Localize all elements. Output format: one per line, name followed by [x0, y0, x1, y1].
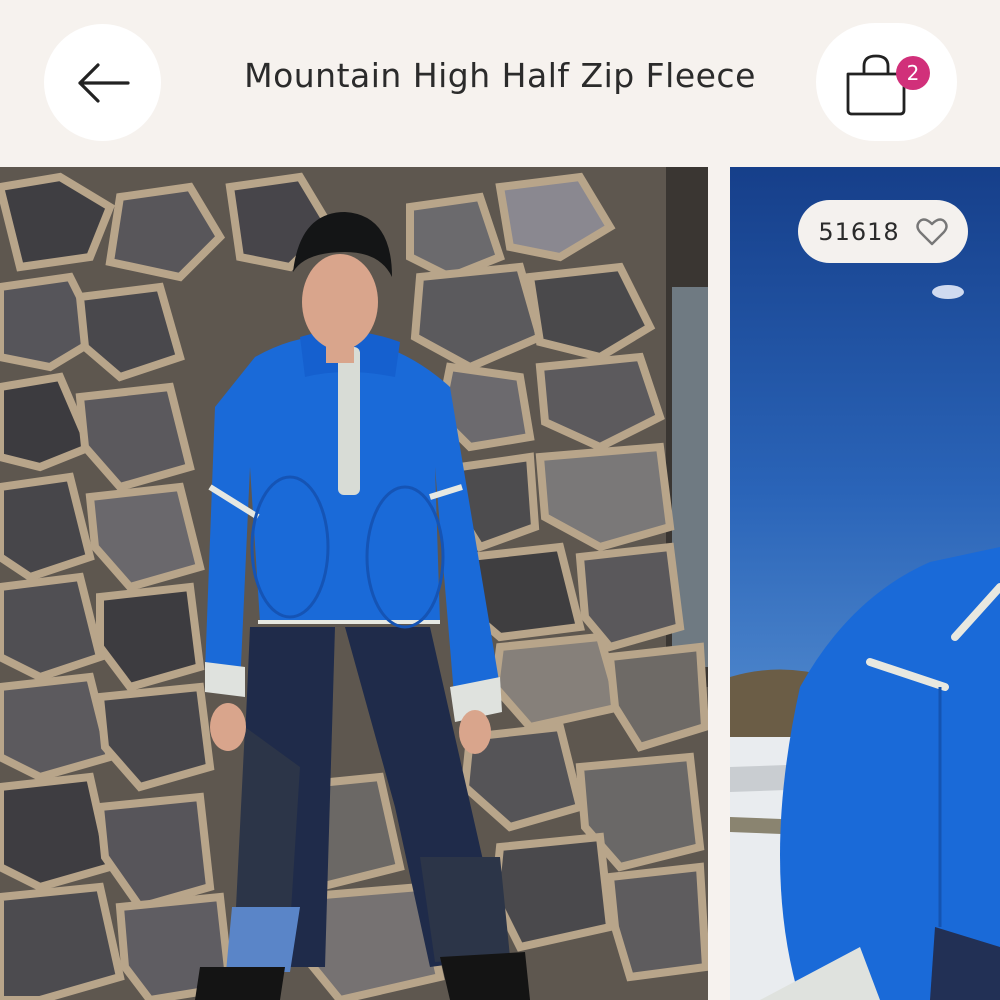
top-bar: Mountain High Half Zip Fleece 2: [0, 0, 1000, 167]
product-image-gallery[interactable]: 51618: [0, 167, 1000, 1000]
product-image-main[interactable]: [0, 167, 708, 1000]
heart-outline-icon: [915, 217, 948, 245]
shopping-bag-button[interactable]: [816, 23, 957, 141]
like-count: 51618: [818, 217, 900, 246]
like-button[interactable]: 51618: [798, 200, 968, 263]
product-image-secondary[interactable]: [730, 167, 1000, 1000]
cart-count-badge: 2: [896, 56, 930, 90]
